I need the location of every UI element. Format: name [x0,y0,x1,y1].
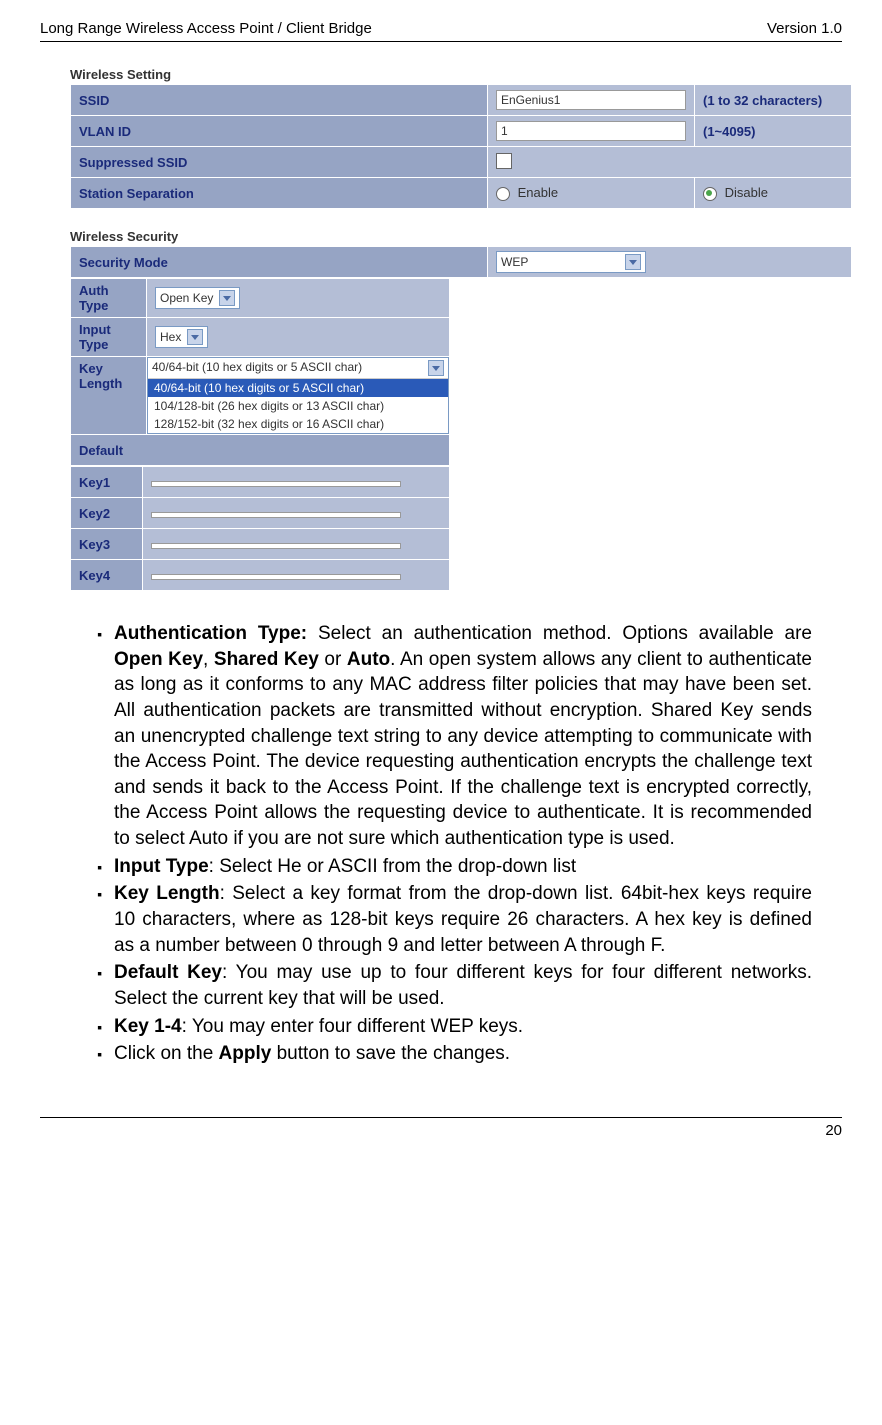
key-length-option[interactable]: 40/64-bit (10 hex digits or 5 ASCII char… [148,379,448,397]
page-number: 20 [825,1122,842,1139]
suppressed-ssid-value [488,147,852,178]
ssid-label: SSID [71,85,488,116]
security-mode-table: Security Mode WEP [70,246,852,278]
suppressed-ssid-label: Suppressed SSID [71,147,488,178]
config-screenshot: Wireless Setting SSID EnGenius1 (1 to 32… [70,67,852,591]
disable-radio[interactable] [703,187,717,201]
station-sep-enable-cell: Enable [488,178,695,209]
wireless-setting-table: SSID EnGenius1 (1 to 32 characters) VLAN… [70,84,852,209]
security-mode-select[interactable]: WEP [496,251,646,273]
station-sep-disable-cell: Disable [695,178,852,209]
bullet-apply: Click on the Apply button to save the ch… [110,1041,812,1067]
bullet-authentication-type: Authentication Type: Select an authentic… [110,621,812,852]
page-header: Long Range Wireless Access Point / Clien… [40,20,842,42]
header-title: Long Range Wireless Access Point / Clien… [40,20,372,37]
key3-input[interactable] [151,543,401,549]
key3-label: Key3 [71,529,143,560]
security-mode-label: Security Mode [71,247,488,278]
default-key-label: Default [71,435,450,466]
chevron-down-icon [625,254,641,270]
input-type-value: Hex [147,318,450,357]
key4-label: Key4 [71,560,143,591]
wireless-setting-title: Wireless Setting [70,67,852,82]
description-list: Authentication Type: Select an authentic… [70,621,812,1067]
key1-input[interactable] [151,481,401,487]
vlan-input[interactable]: 1 [496,121,686,141]
station-sep-label: Station Separation [71,178,488,209]
vlan-hint: (1~4095) [695,116,852,147]
wireless-security-title: Wireless Security [70,229,852,244]
key-length-label: Key Length [71,357,147,435]
header-version: Version 1.0 [767,20,842,37]
key-length-option[interactable]: 104/128-bit (26 hex digits or 13 ASCII c… [148,397,448,415]
bullet-input-type: Input Type: Select He or ASCII from the … [110,854,812,880]
auth-type-table: Auth Type Open Key Input Type Hex [70,278,450,466]
enable-radio[interactable] [496,187,510,201]
bullet-key-1-4: Key 1-4: You may enter four different WE… [110,1014,812,1040]
key-table: Key1 Key2 Key3 Key4 [70,466,450,591]
bullet-default-key: Default Key: You may use up to four diff… [110,960,812,1011]
key2-input[interactable] [151,512,401,518]
ssid-value-cell: EnGenius1 [488,85,695,116]
vlan-label: VLAN ID [71,116,488,147]
input-type-label: Input Type [71,318,147,357]
key-length-value: 40/64-bit (10 hex digits or 5 ASCII char… [147,357,450,435]
chevron-down-icon [219,290,235,306]
key2-label: Key2 [71,498,143,529]
key-length-select[interactable]: 40/64-bit (10 hex digits or 5 ASCII char… [147,357,449,434]
input-type-select[interactable]: Hex [155,326,208,348]
key-length-option[interactable]: 128/152-bit (32 hex digits or 16 ASCII c… [148,415,448,433]
key4-input[interactable] [151,574,401,580]
suppressed-ssid-checkbox[interactable] [496,153,512,169]
chevron-down-icon [428,360,444,376]
ssid-input[interactable]: EnGenius1 [496,90,686,110]
auth-type-select[interactable]: Open Key [155,287,240,309]
auth-type-value: Open Key [147,279,450,318]
chevron-down-icon [187,329,203,345]
ssid-hint: (1 to 32 characters) [695,85,852,116]
bullet-key-length: Key Length: Select a key format from the… [110,881,812,958]
auth-type-label: Auth Type [71,279,147,318]
page-footer: 20 [40,1117,842,1139]
key1-label: Key1 [71,467,143,498]
vlan-value-cell: 1 [488,116,695,147]
security-mode-value: WEP [488,247,852,278]
